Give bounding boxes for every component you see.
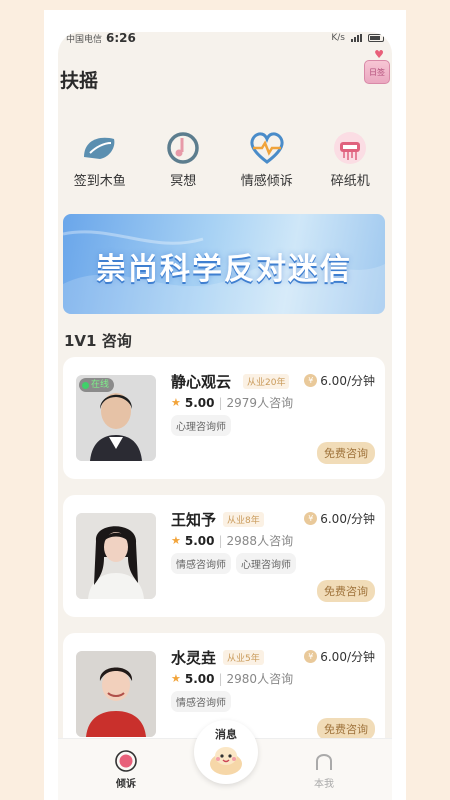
rating-row: ★ 5.00 | 2979人咨询 <box>171 395 294 411</box>
consultant-card[interactable]: 王知予 从业8年 ¥6.00/分钟 ★ 5.00 | 2988人咨询 情感咨询师… <box>63 495 385 617</box>
coin-icon: ¥ <box>304 650 318 663</box>
meditation-icon <box>163 130 203 166</box>
tab-mine[interactable]: 本我 <box>294 750 354 790</box>
header: 扶摇 ♥ 日签 <box>58 48 392 102</box>
quick-label: 碎纸机 <box>330 174 370 189</box>
tag: 心理咨询师 <box>236 553 296 574</box>
experience-badge: 从业20年 <box>243 374 290 389</box>
bottom-tab-bar: 倾诉 消息 本我 <box>58 720 392 800</box>
record-icon <box>115 750 137 772</box>
quick-meditation[interactable]: 冥想 <box>143 130 223 190</box>
wooden-fish-icon <box>80 130 120 166</box>
clock: 6:26 <box>106 32 136 45</box>
phone-frame: 中国电信 6:26 K/s 扶摇 ♥ 日签 签到木鱼 冥想 情感倾诉 碎纸机 崇… <box>44 10 406 800</box>
tab-label: 本我 <box>314 779 334 790</box>
tag-list: 情感咨询师 <box>171 691 231 712</box>
price: ¥6.00/分钟 <box>304 372 375 389</box>
quick-actions: 签到木鱼 冥想 情感倾诉 碎纸机 <box>58 130 392 190</box>
app-screen: 中国电信 6:26 K/s 扶摇 ♥ 日签 签到木鱼 冥想 情感倾诉 碎纸机 崇… <box>58 32 392 800</box>
tab-message[interactable]: 消息 <box>194 720 258 784</box>
section-title: 1V1 咨询 <box>64 332 132 350</box>
consultant-card[interactable]: 在线 静心观云 从业20年 ¥6.00/分钟 ★ 5.00 | 2979人咨询 … <box>63 357 385 479</box>
online-badge: 在线 <box>79 378 115 392</box>
star-icon: ★ <box>171 672 181 685</box>
app-title: 扶摇 <box>60 70 99 92</box>
shredder-icon <box>330 130 370 166</box>
status-bar: 中国电信 6:26 K/s <box>66 32 384 46</box>
free-consult-button[interactable]: 免费咨询 <box>317 580 375 602</box>
avatar <box>76 651 156 737</box>
free-consult-button[interactable]: 免费咨询 <box>317 718 375 740</box>
star-icon: ★ <box>171 534 181 547</box>
quick-confide[interactable]: 情感倾诉 <box>227 130 307 190</box>
daily-sign-button[interactable]: ♥ 日签 <box>360 48 390 88</box>
price: ¥6.00/分钟 <box>304 510 375 527</box>
net-speed: K/s <box>331 33 345 43</box>
experience-badge: 从业8年 <box>223 512 264 527</box>
tag-list: 情感咨询师 心理咨询师 <box>171 553 296 574</box>
coin-icon: ¥ <box>304 374 318 387</box>
tag-list: 心理咨询师 <box>171 415 231 436</box>
banner-slogan: 崇尚科学反对迷信 <box>96 252 352 287</box>
price: ¥6.00/分钟 <box>304 648 375 665</box>
coin-icon: ¥ <box>304 512 318 525</box>
tab-label: 倾诉 <box>116 779 136 790</box>
promo-banner[interactable]: 崇尚科学反对迷信 <box>63 214 385 314</box>
signal-icon <box>351 34 362 42</box>
consultant-name: 王知予 <box>171 511 217 529</box>
arch-icon <box>313 750 335 772</box>
consultant-name: 静心观云 <box>171 373 232 391</box>
experience-badge: 从业5年 <box>223 650 264 665</box>
tag: 心理咨询师 <box>171 415 231 436</box>
tag: 情感咨询师 <box>171 691 231 712</box>
tab-listen[interactable]: 倾诉 <box>96 750 156 790</box>
free-consult-button[interactable]: 免费咨询 <box>317 442 375 464</box>
carrier-label: 中国电信 <box>66 34 103 45</box>
mascot-icon <box>210 747 242 775</box>
tag: 情感咨询师 <box>171 553 231 574</box>
calendar-icon: 日签 <box>364 60 390 84</box>
quick-label: 冥想 <box>170 174 197 189</box>
avatar: 在线 <box>76 375 156 461</box>
star-icon: ★ <box>171 396 181 409</box>
heart-pulse-icon <box>247 130 287 166</box>
rating-row: ★ 5.00 | 2988人咨询 <box>171 533 294 549</box>
rating-row: ★ 5.00 | 2980人咨询 <box>171 671 294 687</box>
consultant-name: 水灵垚 <box>171 649 217 667</box>
quick-label: 签到木鱼 <box>73 174 126 189</box>
avatar <box>76 513 156 599</box>
quick-wooden-fish[interactable]: 签到木鱼 <box>60 130 140 190</box>
quick-label: 情感倾诉 <box>240 174 293 189</box>
battery-icon <box>368 34 384 42</box>
tab-label: 消息 <box>215 728 237 741</box>
quick-shredder[interactable]: 碎纸机 <box>310 130 390 190</box>
